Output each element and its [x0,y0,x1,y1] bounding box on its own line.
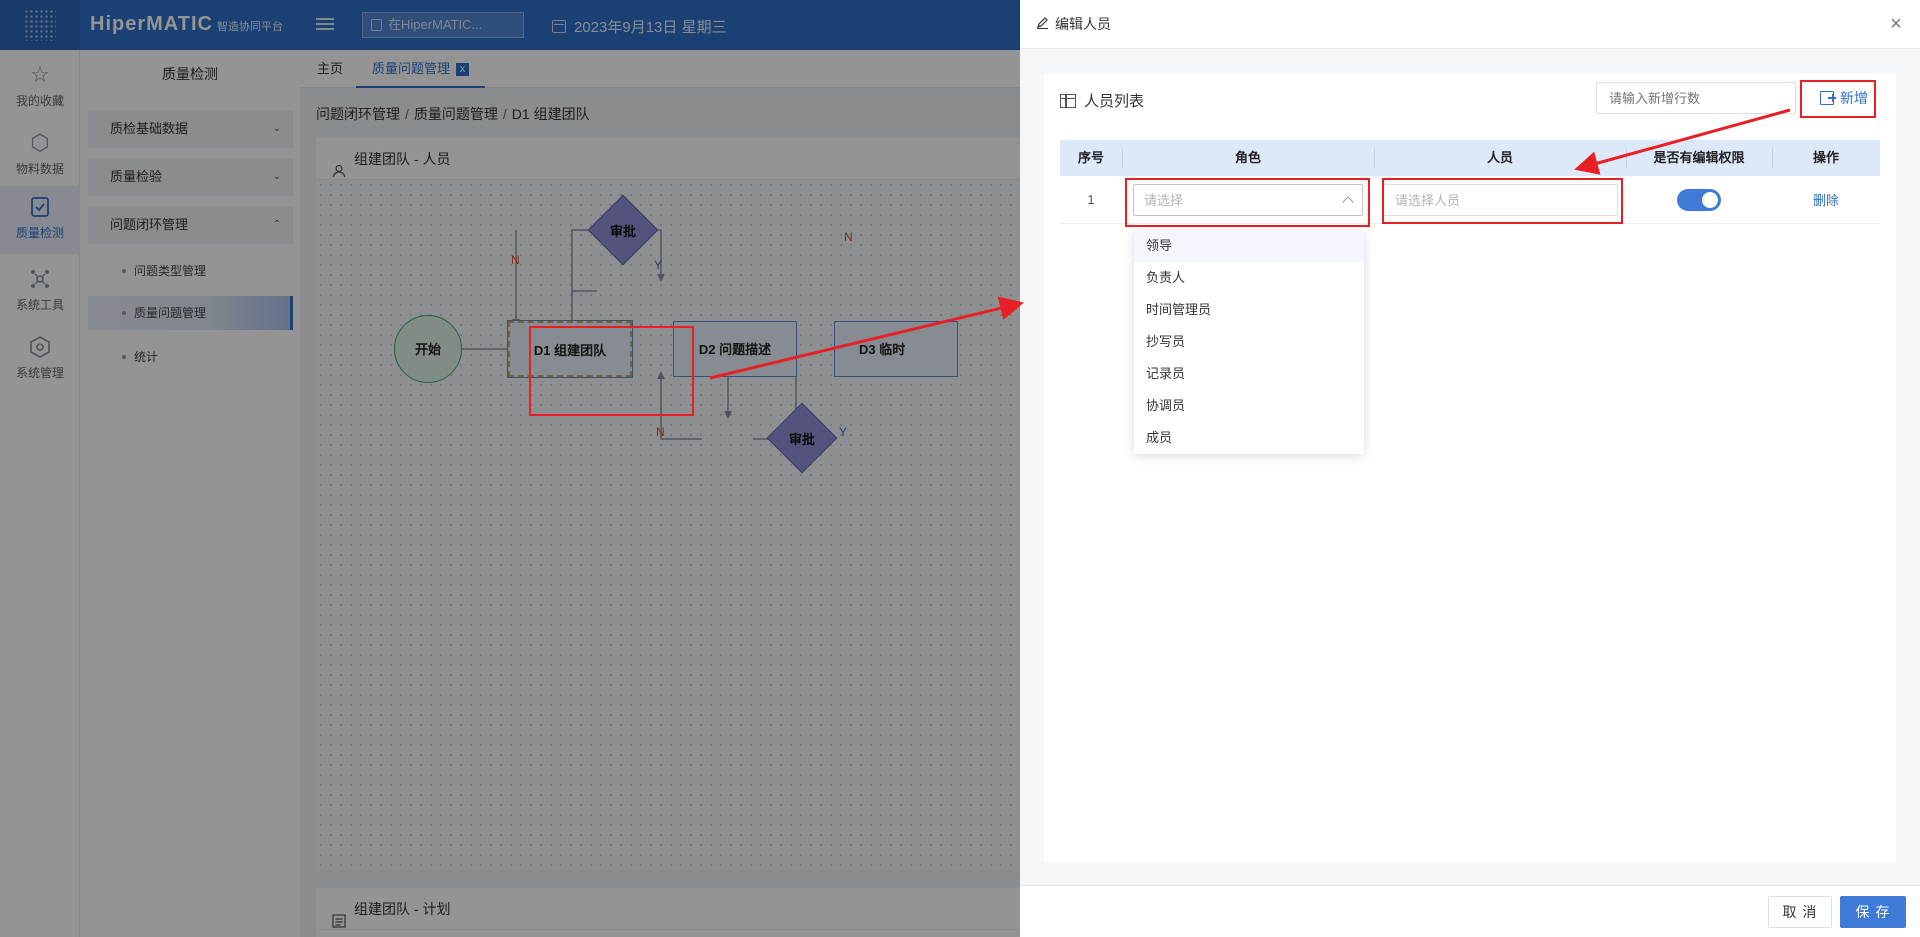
column-header-role: 角色 [1122,140,1374,176]
member-list-header: 人员列表 [1060,90,1144,111]
edit-permission-toggle[interactable] [1677,188,1721,211]
role-option[interactable]: 时间管理员 [1134,294,1364,326]
role-option[interactable]: 成员 [1134,422,1364,454]
table-icon [1060,93,1076,108]
annotation-highlight-d1 [529,326,694,416]
column-header-editable: 是否有编辑权限 [1626,140,1772,176]
new-rows-input[interactable] [1596,82,1796,114]
delete-row-link[interactable]: 删除 [1813,190,1839,209]
editable-cell [1626,176,1772,223]
close-icon[interactable]: × [1886,14,1906,34]
table-header: 序号 角色 人员 是否有编辑权限 操作 [1060,140,1880,176]
column-header-actions: 操作 [1772,140,1880,176]
column-header-index: 序号 [1077,150,1104,165]
role-option[interactable]: 抄写员 [1134,326,1364,358]
role-option[interactable]: 领导 [1134,230,1364,262]
cancel-button[interactable]: 取 消 [1768,896,1832,928]
drawer-body: 人员列表 新增 序号 角色 人员 是否有编辑权限 操作 1 [1020,50,1920,885]
annotation-highlight-person [1382,178,1623,224]
actions-cell: 删除 [1772,176,1880,223]
annotation-highlight-add [1800,80,1876,118]
role-option[interactable]: 协调员 [1134,390,1364,422]
save-button[interactable]: 保 存 [1840,896,1906,928]
role-option[interactable]: 负责人 [1134,262,1364,294]
role-option[interactable]: 记录员 [1134,358,1364,390]
drawer-header: 编辑人员 [1020,0,1920,49]
drawer-title: 编辑人员 [1055,16,1111,32]
annotation-highlight-role [1125,178,1370,227]
member-list-title: 人员列表 [1084,93,1145,110]
edit-icon [1036,16,1049,32]
column-header-person: 人员 [1374,140,1626,176]
drawer-footer: 取 消 保 存 [1020,885,1920,937]
edit-members-drawer: 编辑人员 × 人员列表 新增 序号 角色 人员 是否有编辑权限 操作 [1020,0,1920,937]
role-dropdown-menu: 领导 负责人 时间管理员 抄写员 记录员 协调员 成员 [1134,230,1364,454]
row-index: 1 [1087,192,1095,207]
